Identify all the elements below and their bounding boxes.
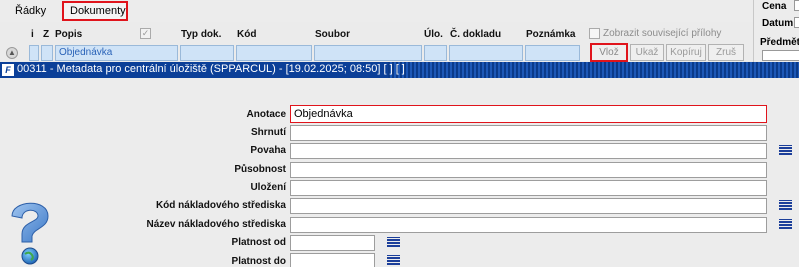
show-related-label: Zobrazit související přílohy xyxy=(603,28,722,39)
col-z: Z xyxy=(43,29,50,40)
tab-radky[interactable]: Řádky xyxy=(8,2,56,21)
kopiruj-button[interactable]: Kopíruj xyxy=(666,44,706,61)
povaha-label: Povaha xyxy=(250,145,286,156)
header-checkbox[interactable]: ✓ xyxy=(140,28,151,39)
metadata-form: Anotace Shrnutí Povaha Působnost Uložení… xyxy=(0,78,799,267)
cell-ulo[interactable] xyxy=(424,45,447,61)
anotace-field[interactable] xyxy=(290,105,767,123)
datum-field[interactable] xyxy=(794,17,799,28)
col-c-dokladu: Č. dokladu xyxy=(450,29,502,40)
anotace-label: Anotace xyxy=(246,109,286,120)
cell-popis-text: Objednávka xyxy=(59,47,113,58)
window-title-bar[interactable]: F 00311 - Metadata pro centrální úložišt… xyxy=(0,62,799,78)
row-selector-icon[interactable]: ▲ xyxy=(6,47,18,59)
datum-label: Datum xyxy=(762,18,794,29)
col-i: i xyxy=(31,29,34,40)
col-popis: Popis xyxy=(55,29,83,40)
predmet-label: Předmět xyxy=(760,37,799,48)
nazev-strediska-list-picker-icon[interactable] xyxy=(779,218,792,232)
show-related-checkbox[interactable] xyxy=(589,28,600,39)
col-soubor: Soubor xyxy=(315,29,350,40)
cena-label: Cena xyxy=(762,1,787,12)
kod-strediska-field[interactable] xyxy=(290,198,767,214)
cell-soubor[interactable] xyxy=(314,45,422,61)
cell-c-dokladu[interactable] xyxy=(449,45,523,61)
povaha-list-picker-icon[interactable] xyxy=(779,144,792,158)
kod-strediska-list-picker-icon[interactable] xyxy=(779,199,792,213)
right-detail-pane: Cena Datum Předmět xyxy=(753,0,799,62)
pusobnost-label: Působnost xyxy=(234,164,286,175)
platnost-od-picker-icon[interactable] xyxy=(387,236,400,250)
ukaz-button[interactable]: Ukaž xyxy=(630,44,664,61)
app-logo-icon: F xyxy=(2,64,14,76)
ulozeni-label: Uložení xyxy=(250,182,286,193)
ulozeni-field[interactable] xyxy=(290,180,767,196)
tab-strip: Řádky Dokumenty xyxy=(0,0,799,22)
col-kod: Kód xyxy=(237,29,257,40)
nazev-strediska-field[interactable] xyxy=(290,217,767,233)
help-question-icon[interactable] xyxy=(4,194,56,266)
cell-popis[interactable]: Objednávka xyxy=(55,45,178,61)
cena-field[interactable] xyxy=(794,0,799,11)
col-typ-dok: Typ dok. xyxy=(181,29,222,40)
cell-poznamka[interactable] xyxy=(525,45,580,61)
shrnuti-label: Shrnutí xyxy=(251,127,286,138)
povaha-field[interactable] xyxy=(290,143,767,159)
cell-kod[interactable] xyxy=(236,45,312,61)
predmet-field[interactable] xyxy=(762,50,799,61)
tab-dokumenty[interactable]: Dokumenty xyxy=(62,1,128,21)
platnost-do-field[interactable] xyxy=(290,253,375,267)
vloz-button[interactable]: Vlož xyxy=(590,43,628,62)
cell-i[interactable] xyxy=(29,45,39,61)
cell-typ-dok[interactable] xyxy=(180,45,234,61)
col-poznamka: Poznámka xyxy=(526,29,576,40)
zrus-button[interactable]: Zruš xyxy=(708,44,744,61)
cell-z[interactable] xyxy=(41,45,53,61)
platnost-do-picker-icon[interactable] xyxy=(387,254,400,267)
pusobnost-field[interactable] xyxy=(290,162,767,178)
shrnuti-field[interactable] xyxy=(290,125,767,141)
col-ulo: Úlo. xyxy=(424,29,443,40)
platnost-od-field[interactable] xyxy=(290,235,375,251)
window-title: 00311 - Metadata pro centrální úložiště … xyxy=(17,63,405,75)
